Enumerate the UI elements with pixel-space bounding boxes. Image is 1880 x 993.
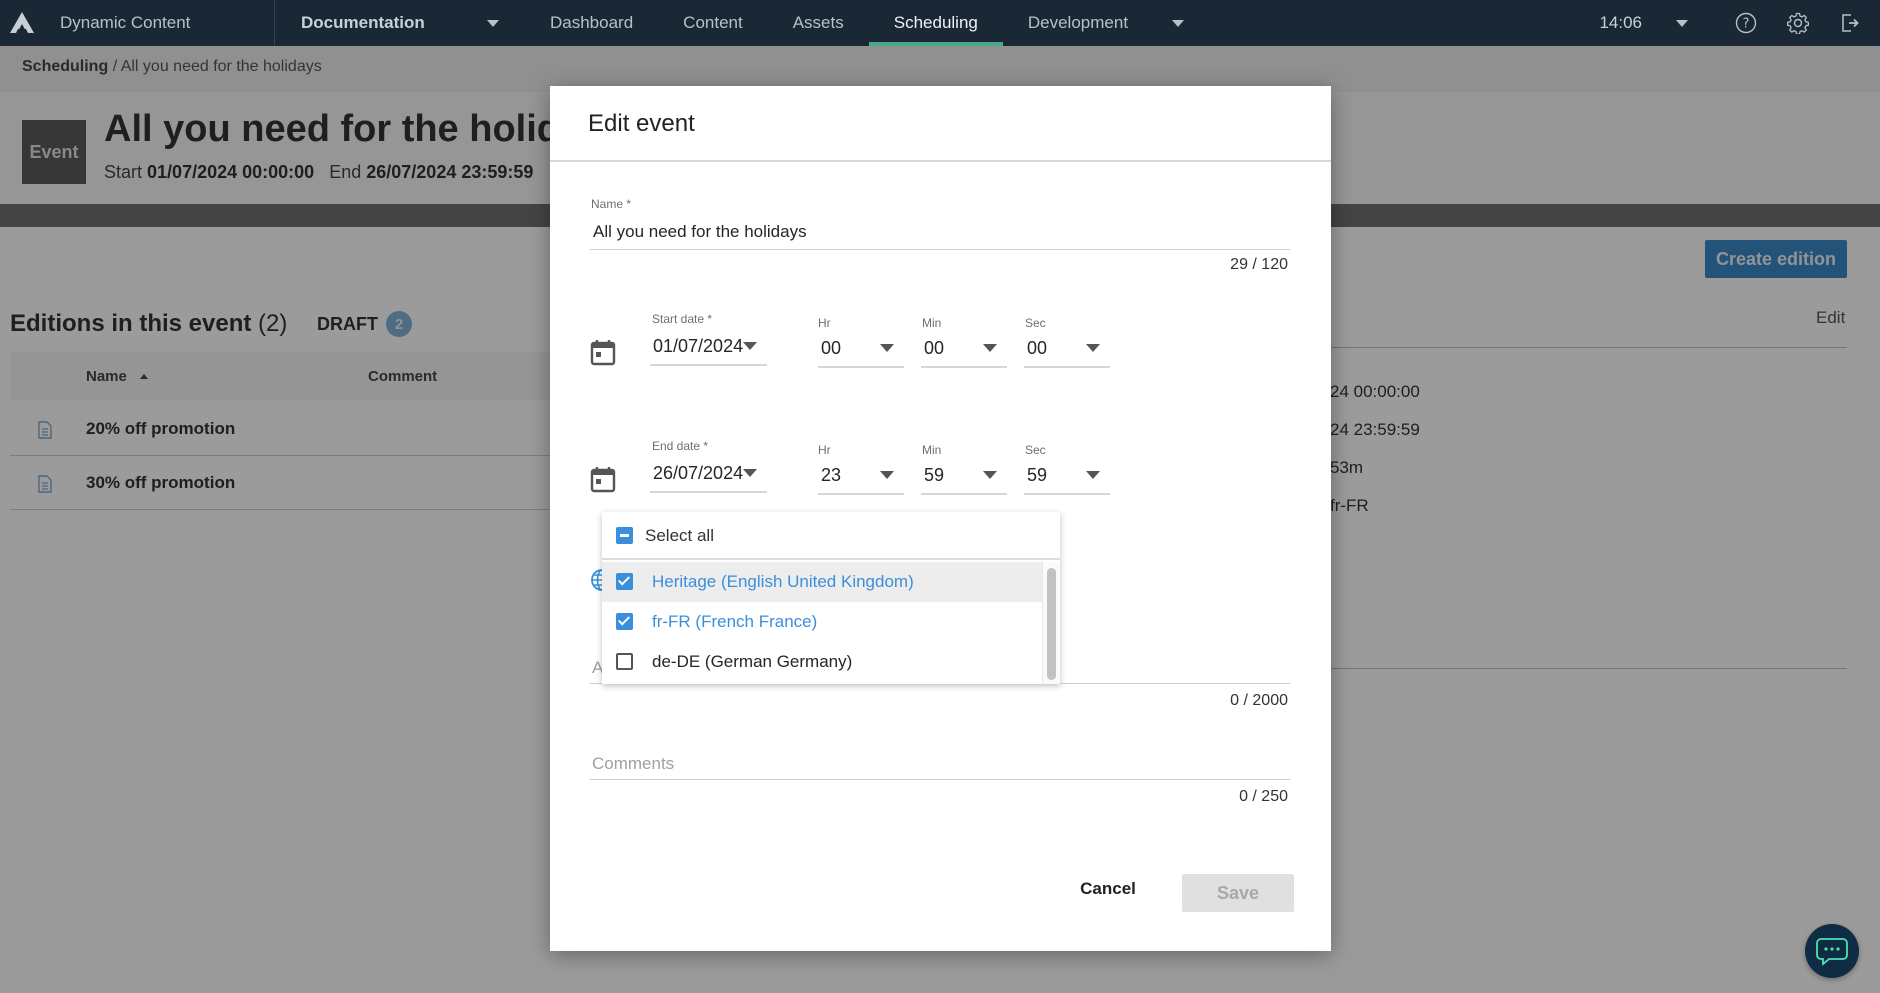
svg-text:?: ? <box>1743 17 1750 32</box>
hub-name: Documentation <box>301 13 425 32</box>
end-min-label: Min <box>922 443 942 457</box>
settings-icon[interactable] <box>1786 11 1810 35</box>
end-sec-value: 59 <box>1027 465 1048 485</box>
chat-bubble-icon <box>1816 938 1848 966</box>
chevron-down-icon <box>1172 19 1185 27</box>
select-all-option[interactable]: Select all <box>602 512 1060 560</box>
chat-button[interactable] <box>1805 924 1859 978</box>
start-hr-select[interactable]: 00 <box>818 334 904 368</box>
calendar-icon[interactable] <box>590 465 616 493</box>
chevron-down-icon <box>743 469 757 477</box>
cancel-button[interactable]: Cancel <box>1070 870 1146 908</box>
locale-label: Heritage (English United Kingdom) <box>652 572 914 591</box>
end-date-value: 26/07/2024 <box>653 463 744 483</box>
locale-option[interactable]: fr-FR (French France) <box>602 602 1042 642</box>
chevron-down-icon <box>983 471 997 479</box>
name-input[interactable]: All you need for the holidays <box>590 216 1290 250</box>
end-min-select[interactable]: 59 <box>921 461 1007 495</box>
nav-right-group: 14:06 ? <box>1599 0 1880 46</box>
logout-icon[interactable] <box>1838 11 1862 35</box>
locale-checkbox[interactable] <box>616 613 633 630</box>
comments-input[interactable]: Comments <box>590 750 1290 780</box>
chevron-down-icon <box>880 344 894 352</box>
start-hr-label: Hr <box>818 316 831 330</box>
tab-development-label: Development <box>1027 13 1129 32</box>
locale-checkbox[interactable] <box>616 573 633 590</box>
save-button[interactable]: Save <box>1182 874 1294 912</box>
chevron-down-icon <box>880 471 894 479</box>
name-label: Name * <box>591 197 632 211</box>
name-counter: 29 / 120 <box>1230 256 1288 273</box>
top-navigation: Dynamic Content Documentation Dashboard … <box>0 0 1880 46</box>
hub-selector[interactable]: Documentation <box>275 13 525 33</box>
dialog-title: Edit event <box>588 110 695 137</box>
end-hr-label: Hr <box>818 443 831 457</box>
start-date-label: Start date * <box>652 312 713 326</box>
dialog-header-divider <box>550 160 1331 162</box>
end-sec-select[interactable]: 59 <box>1024 461 1110 495</box>
comments-placeholder: Comments <box>592 754 675 773</box>
start-hr-value: 00 <box>821 338 842 358</box>
app-logo-icon[interactable] <box>0 0 44 46</box>
start-date-select[interactable]: 01/07/2024 <box>650 332 767 366</box>
tab-assets[interactable]: Assets <box>768 0 869 46</box>
scrollbar-thumb[interactable] <box>1047 568 1056 680</box>
end-date-select[interactable]: 26/07/2024 <box>650 459 767 493</box>
chevron-down-icon <box>743 342 757 350</box>
end-sec-label: Sec <box>1025 443 1046 457</box>
brief-counter: 0 / 2000 <box>1230 692 1288 709</box>
locale-option[interactable]: de-DE (German Germany) <box>602 642 1042 682</box>
end-hr-value: 23 <box>821 465 842 485</box>
calendar-icon[interactable] <box>590 338 616 366</box>
start-date-value: 01/07/2024 <box>653 336 744 356</box>
start-min-select[interactable]: 00 <box>921 334 1007 368</box>
tab-development[interactable]: Development <box>1003 0 1209 46</box>
start-sec-label: Sec <box>1025 316 1046 330</box>
tab-scheduling[interactable]: Scheduling <box>868 0 1004 46</box>
start-sec-select[interactable]: 00 <box>1024 334 1110 368</box>
tab-content[interactable]: Content <box>658 0 768 46</box>
select-all-checkbox[interactable] <box>616 527 633 544</box>
end-date-label: End date * <box>652 439 709 453</box>
locale-option[interactable]: Heritage (English United Kingdom) <box>602 562 1042 602</box>
chevron-down-icon <box>983 344 997 352</box>
end-min-value: 59 <box>924 465 945 485</box>
edit-event-dialog: Edit event Name * All you need for the h… <box>550 86 1331 951</box>
locale-label: fr-FR (French France) <box>652 612 818 631</box>
tab-dashboard[interactable]: Dashboard <box>525 0 658 46</box>
chevron-down-icon <box>1086 471 1100 479</box>
clock-dropdown-icon[interactable] <box>1676 19 1688 27</box>
locale-checkbox[interactable] <box>616 653 633 670</box>
chevron-down-icon <box>1086 344 1100 352</box>
start-sec-value: 00 <box>1027 338 1048 358</box>
locale-label: de-DE (German Germany) <box>652 652 853 671</box>
help-icon[interactable]: ? <box>1734 11 1758 35</box>
start-min-value: 00 <box>924 338 945 358</box>
clock: 14:06 <box>1599 13 1642 32</box>
locale-dropdown: Select all Heritage (English United King… <box>602 512 1060 684</box>
end-hr-select[interactable]: 23 <box>818 461 904 495</box>
comments-counter: 0 / 250 <box>1239 788 1288 805</box>
start-min-label: Min <box>922 316 942 330</box>
chevron-down-icon <box>487 19 499 27</box>
app-name: Dynamic Content <box>60 13 191 32</box>
name-value: All you need for the holidays <box>593 222 807 241</box>
select-all-label: Select all <box>645 526 714 545</box>
